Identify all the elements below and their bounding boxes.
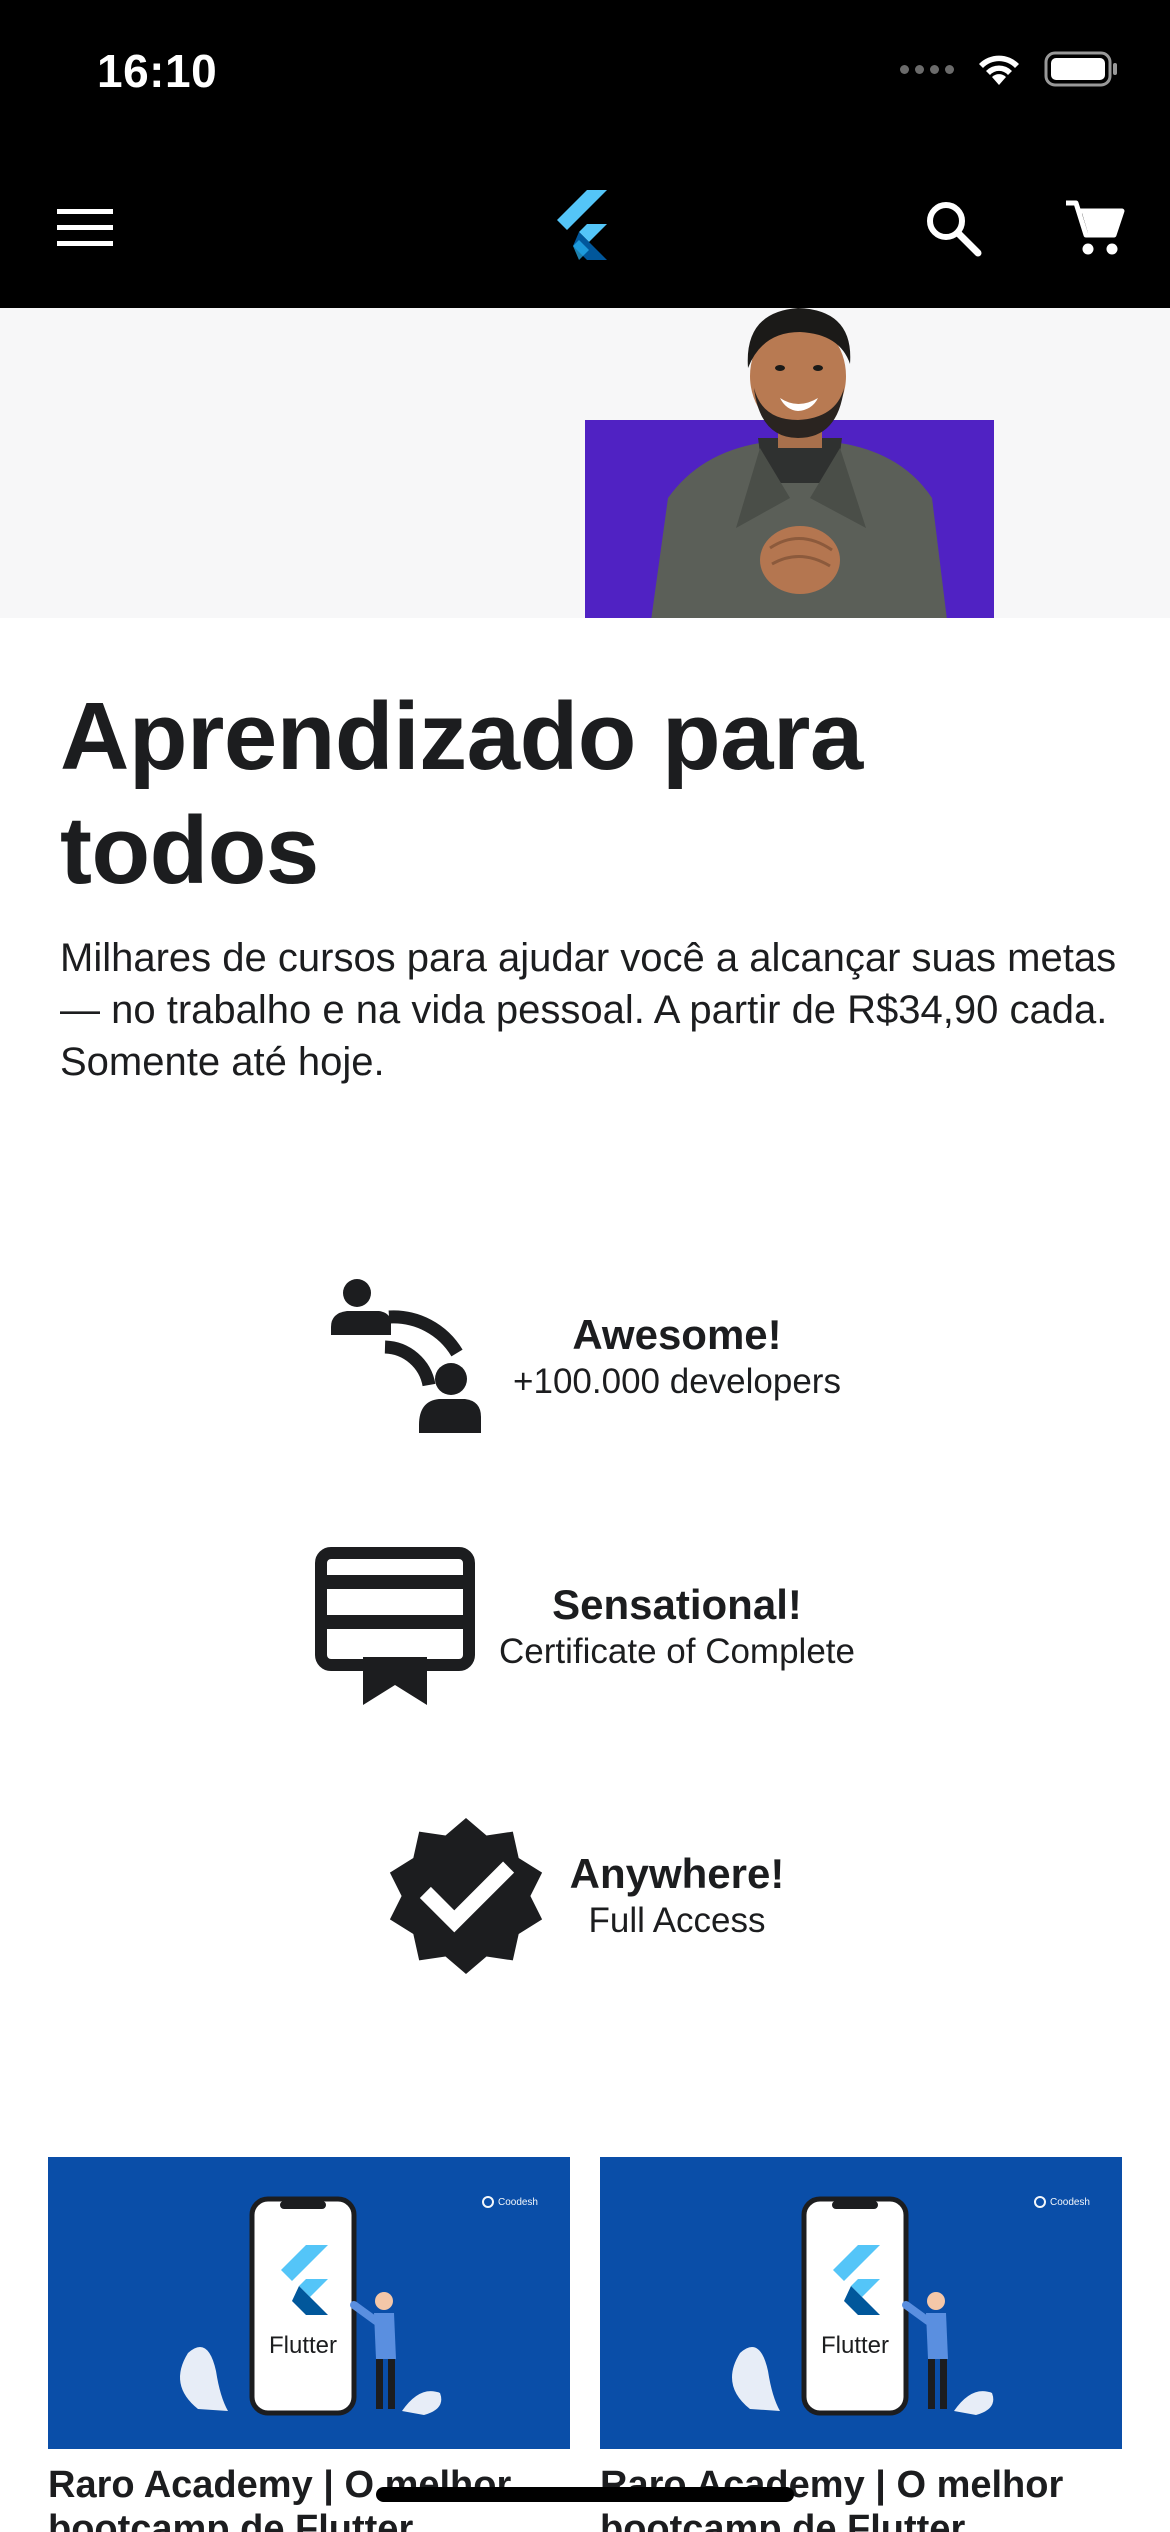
feature-subtitle: Full Access (588, 1901, 766, 1940)
brand-logo-icon (481, 2196, 494, 2208)
feature-developers: Awesome! +100.000 developers (0, 1277, 1170, 1437)
app-bar (0, 148, 1170, 308)
cart-button[interactable] (1050, 183, 1140, 273)
feature-certificate: Sensational! Certificate of Complete (0, 1547, 1170, 1707)
certificate-icon (315, 1547, 475, 1707)
feature-title: Awesome! (572, 1311, 782, 1358)
cart-icon (1066, 200, 1125, 255)
flutter-label: Flutter (269, 2332, 337, 2359)
course-card[interactable]: Coodesh Flutter Raro Academy | O melhor … (600, 2157, 1122, 2532)
menu-button[interactable] (40, 183, 130, 273)
signal-icon (900, 64, 954, 74)
feature-access: Anywhere! Full Access (0, 1816, 1170, 1976)
people-connect-icon (329, 1277, 489, 1437)
brand-name: Coodesh (1049, 2196, 1090, 2208)
brand-tag: Coodesh (1033, 2195, 1090, 2209)
feature-title: Anywhere! (569, 1850, 785, 1897)
feature-text: Awesome! +100.000 developers (513, 1310, 841, 1404)
page-title: Aprendizado para todos (60, 683, 863, 904)
brand-tag: Coodesh (481, 2195, 538, 2209)
course-thumbnail: Coodesh Flutter (48, 2157, 570, 2449)
hero-banner (0, 308, 1170, 618)
flutter-logo (557, 190, 607, 260)
page-description: Milhares de cursos para ajudar você a al… (60, 936, 1117, 1084)
course-card[interactable]: Coodesh Flutter Raro Academy | O melhor … (48, 2157, 570, 2532)
home-indicator[interactable] (376, 2487, 794, 2502)
menu-icon (57, 209, 113, 246)
wifi-icon (979, 55, 1019, 85)
feature-text: Sensational! Certificate of Complete (499, 1580, 855, 1674)
status-time: 16:10 (97, 45, 218, 97)
hero-person-image (651, 308, 947, 618)
brand-logo-icon (1033, 2196, 1046, 2208)
flutter-label: Flutter (821, 2332, 889, 2359)
status-bar: 16:10 (0, 0, 1170, 148)
course-thumbnail: Coodesh Flutter (600, 2157, 1122, 2449)
feature-text: Anywhere! Full Access (570, 1849, 785, 1943)
brand-name: Coodesh (497, 2196, 538, 2208)
feature-subtitle: +100.000 developers (513, 1362, 841, 1401)
search-button[interactable] (908, 183, 998, 273)
search-icon (927, 202, 982, 257)
status-icons (900, 50, 1120, 88)
verified-badge-icon (386, 1816, 546, 1976)
feature-subtitle: Certificate of Complete (499, 1632, 855, 1671)
feature-title: Sensational! (552, 1581, 802, 1628)
battery-icon (1044, 51, 1117, 87)
